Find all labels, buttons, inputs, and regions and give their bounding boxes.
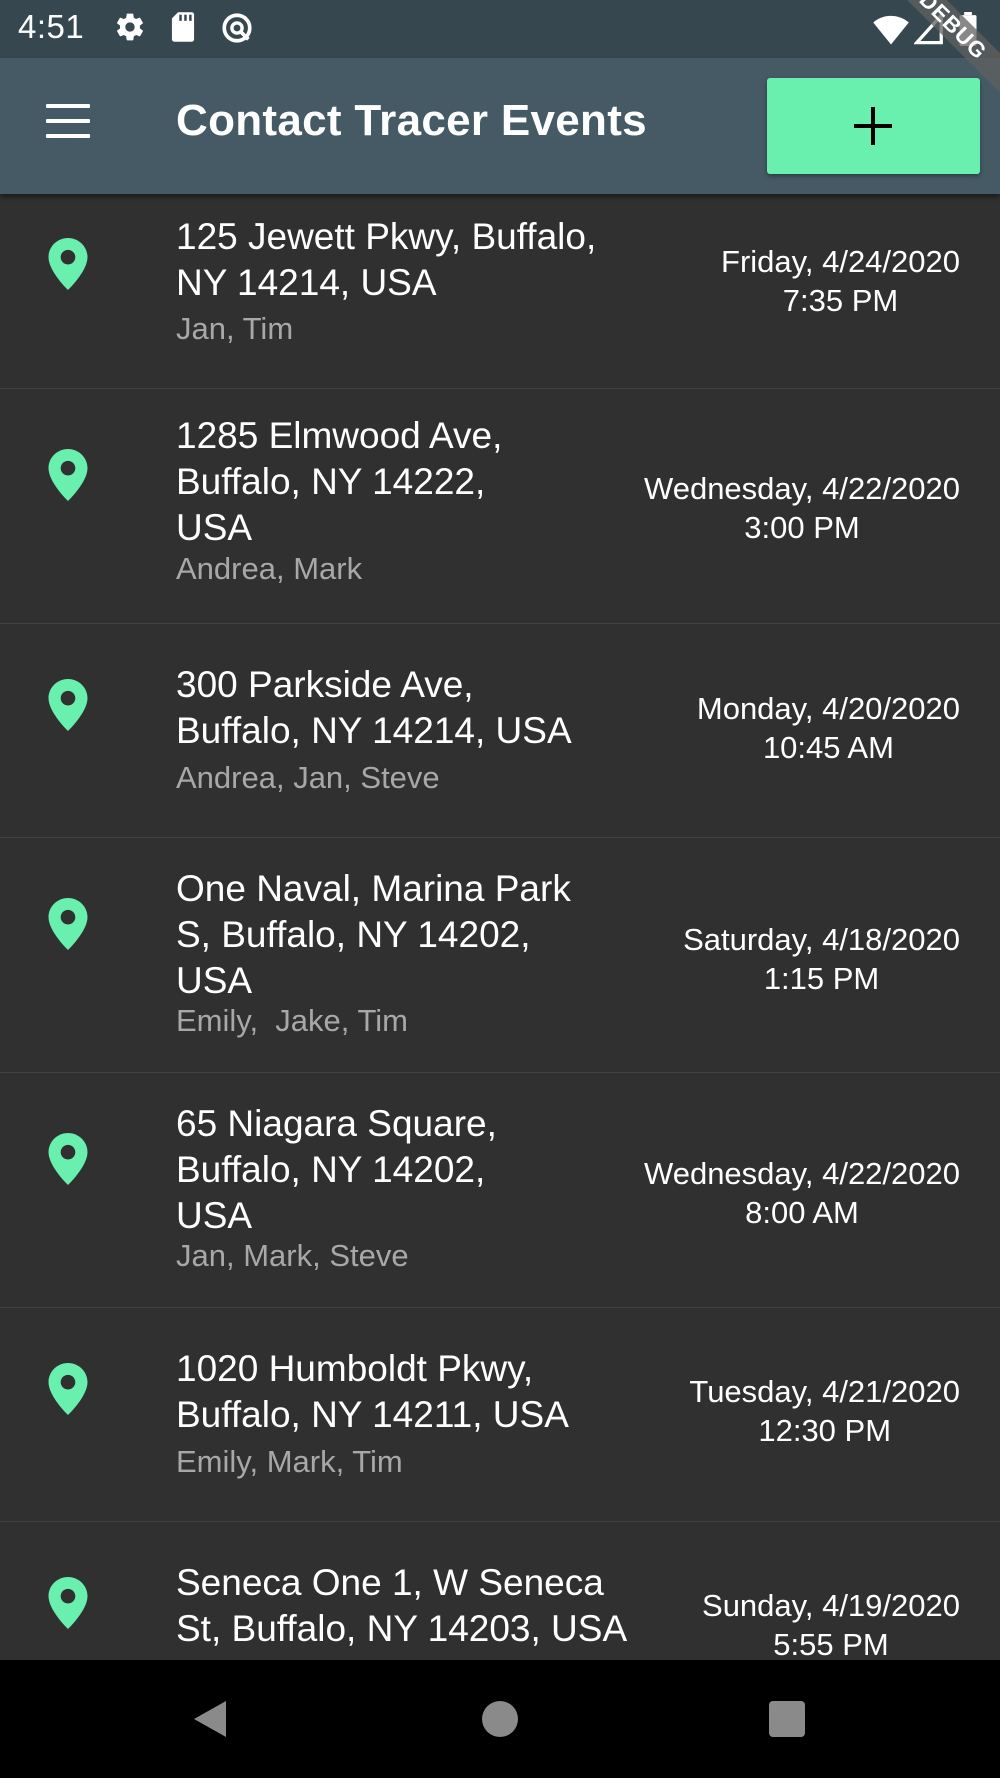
event-address: Seneca One 1, W Seneca St, Buffalo, NY 1… (176, 1562, 628, 1649)
event-datetime: Saturday, 4/18/2020 1:15 PM (683, 922, 960, 996)
event-address: 125 Jewett Pkwy, Buffalo, NY 14214, USA (176, 216, 597, 303)
list-item[interactable]: One Naval, Marina Park S, Buffalo, NY 14… (0, 838, 1000, 1073)
location-pin-icon (48, 1577, 88, 1629)
event-list[interactable]: 125 Jewett Pkwy, Buffalo, NY 14214, USA … (0, 194, 1000, 1660)
event-people: Andrea, Mark (176, 551, 363, 586)
location-pin-icon (48, 238, 88, 290)
app-bar: Contact Tracer Events (0, 58, 1000, 194)
event-address: One Naval, Marina Park S, Buffalo, NY 14… (176, 868, 571, 1001)
recents-square-icon[interactable] (769, 1701, 805, 1737)
list-item[interactable]: Seneca One 1, W Seneca St, Buffalo, NY 1… (0, 1522, 1000, 1660)
event-address: 65 Niagara Square, Buffalo, NY 14202, US… (176, 1103, 497, 1236)
home-circle-icon[interactable] (482, 1701, 518, 1737)
event-people: Emily, Jake, Tim (176, 1003, 408, 1038)
navigation-bar (0, 1660, 1000, 1778)
page-title: Contact Tracer Events (176, 96, 647, 145)
event-datetime: Friday, 4/24/2020 7:35 PM (721, 244, 960, 318)
event-datetime: Sunday, 4/19/2020 5:55 PM (702, 1588, 960, 1660)
event-address: 1285 Elmwood Ave, Buffalo, NY 14222, USA (176, 415, 503, 548)
sync-icon (222, 13, 252, 43)
gear-icon (117, 13, 143, 41)
list-item[interactable]: 1285 Elmwood Ave, Buffalo, NY 14222, USA… (0, 389, 1000, 624)
event-people: Emily, Mark, Tim (176, 1444, 403, 1479)
location-pin-icon (48, 679, 88, 731)
list-item[interactable]: 65 Niagara Square, Buffalo, NY 14202, US… (0, 1073, 1000, 1308)
sd-card-icon (171, 12, 195, 42)
event-datetime: Wednesday, 4/22/2020 8:00 AM (644, 1156, 960, 1230)
location-pin-icon (48, 1363, 88, 1415)
event-people: Jan, Tim (176, 311, 294, 346)
location-pin-icon (48, 898, 88, 950)
add-event-button[interactable] (767, 78, 980, 174)
event-people: Jan, Mark, Steve (176, 1238, 409, 1273)
event-datetime: Wednesday, 4/22/2020 3:00 PM (644, 471, 960, 545)
list-item[interactable]: 125 Jewett Pkwy, Buffalo, NY 14214, USA … (0, 194, 1000, 389)
location-pin-icon (48, 1133, 88, 1185)
location-pin-icon (48, 449, 88, 501)
hamburger-menu-icon[interactable] (46, 104, 90, 140)
list-item[interactable]: 300 Parkside Ave, Buffalo, NY 14214, USA… (0, 624, 1000, 838)
status-bar: 4:51 (0, 0, 1000, 58)
status-time: 4:51 (18, 8, 85, 45)
plus-icon (854, 107, 892, 145)
wifi-icon (873, 15, 909, 45)
event-address: 300 Parkside Ave, Buffalo, NY 14214, USA (176, 664, 572, 751)
back-triangle-icon[interactable] (190, 1699, 230, 1739)
list-item[interactable]: 1020 Humboldt Pkwy, Buffalo, NY 14211, U… (0, 1308, 1000, 1522)
screen: 4:51 Contact Tracer Events DEBUG 125 Jew… (0, 0, 1000, 1778)
event-address: 1020 Humboldt Pkwy, Buffalo, NY 14211, U… (176, 1348, 569, 1435)
event-datetime: Tuesday, 4/21/2020 12:30 PM (689, 1374, 960, 1448)
event-people: Andrea, Jan, Steve (176, 760, 440, 795)
event-datetime: Monday, 4/20/2020 10:45 AM (696, 691, 960, 765)
